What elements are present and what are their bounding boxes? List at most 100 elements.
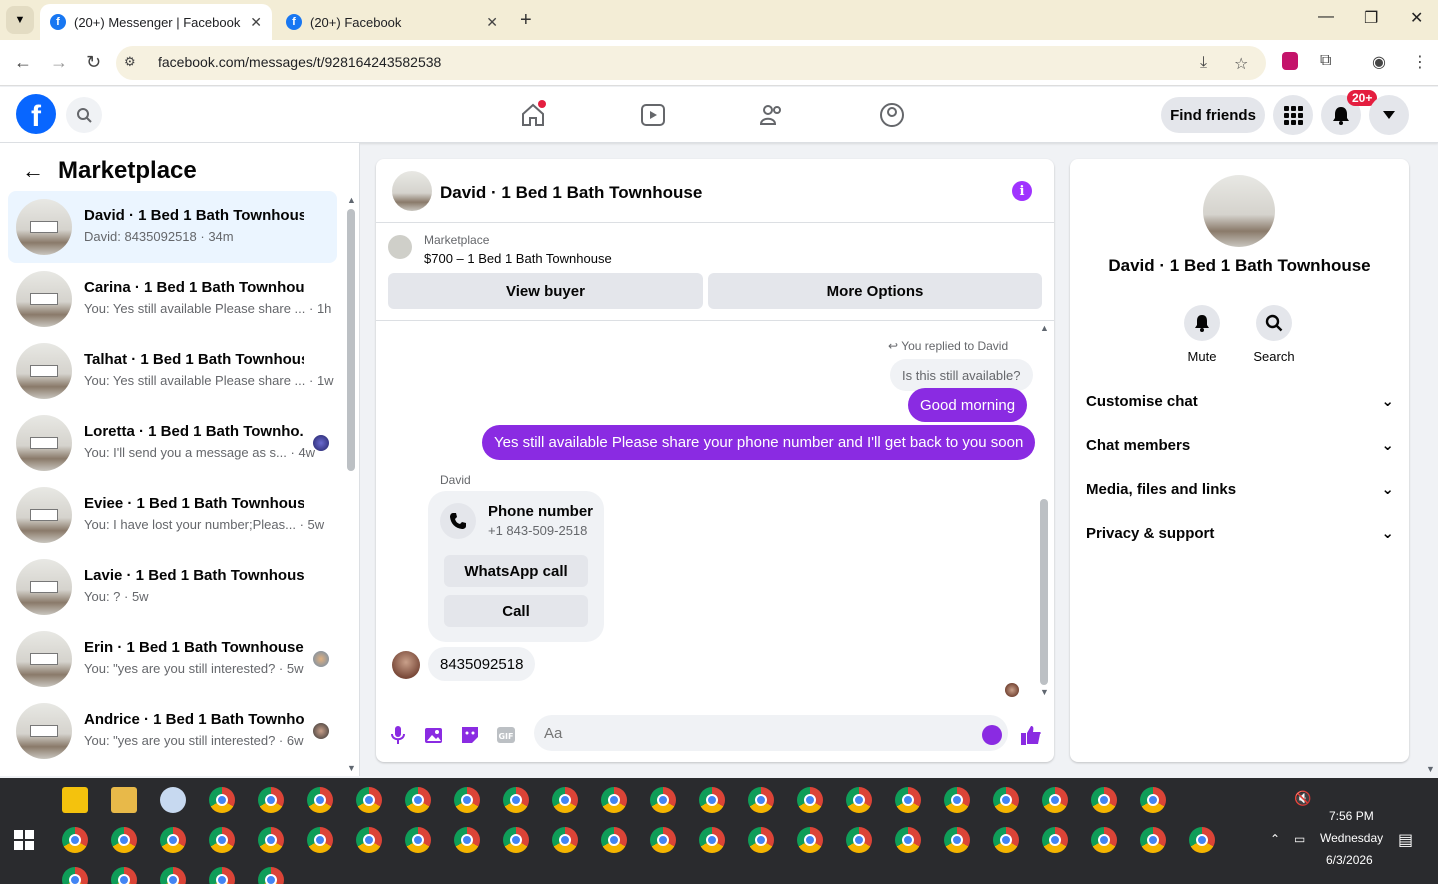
network-icon[interactable]: ▭ xyxy=(1294,832,1305,846)
file-explorer-icon[interactable] xyxy=(111,787,137,813)
taskbar-chrome-window-icon[interactable] xyxy=(993,827,1019,853)
sticker-icon[interactable] xyxy=(458,723,482,747)
taskbar-chrome-window-icon[interactable] xyxy=(356,827,382,853)
taskbar-chrome-window-icon[interactable] xyxy=(797,827,823,853)
gif-icon[interactable]: GIF xyxy=(494,723,518,747)
call-button[interactable]: Call xyxy=(444,595,588,627)
taskbar-chrome-window-icon[interactable] xyxy=(258,827,284,853)
extensions-puzzle-icon[interactable]: ⧉ xyxy=(1320,52,1331,70)
forward-icon[interactable]: → xyxy=(50,52,68,73)
find-friends-button[interactable]: Find friends xyxy=(1161,97,1265,133)
taskbar-chrome-window-icon[interactable] xyxy=(405,787,431,813)
taskbar-chrome-window-icon[interactable] xyxy=(1091,787,1117,813)
taskbar-chrome-window-icon[interactable] xyxy=(160,827,186,853)
search-in-conversation-button[interactable]: Search xyxy=(1244,305,1304,364)
taskbar-chrome-window-icon[interactable] xyxy=(1091,827,1117,853)
page-scroll-down-icon[interactable]: ▼ xyxy=(1426,764,1435,774)
tab-search-menu-button[interactable]: ▼ xyxy=(6,6,34,34)
conversation-item[interactable]: Eviee · 1 Bed 1 Bath Townhouse You: I ha… xyxy=(8,479,337,551)
taskbar-chrome-window-icon[interactable] xyxy=(209,867,235,884)
media-files-links-section[interactable]: Media, files and links ⌄ xyxy=(1086,475,1394,503)
emoji-icon[interactable] xyxy=(982,725,1002,745)
mute-button[interactable]: Mute xyxy=(1172,305,1232,364)
account-dropdown-icon[interactable] xyxy=(1369,95,1409,135)
site-info-icon[interactable]: ⚙ xyxy=(124,54,136,70)
paint-icon[interactable] xyxy=(160,787,186,813)
taskbar-chrome-window-icon[interactable] xyxy=(160,867,186,884)
info-icon[interactable]: i xyxy=(1012,181,1032,201)
taskbar-chrome-window-icon[interactable] xyxy=(552,827,578,853)
taskbar-chrome-window-icon[interactable] xyxy=(111,827,137,853)
incoming-message[interactable]: 8435092518 xyxy=(428,647,536,681)
sidebar-scrollbar[interactable] xyxy=(347,209,355,471)
taskbar-chrome-window-icon[interactable] xyxy=(748,787,774,813)
chat-scroll-up-icon[interactable]: ▲ xyxy=(1040,323,1049,333)
sticky-notes-icon[interactable] xyxy=(62,787,88,813)
taskbar-chrome-window-icon[interactable] xyxy=(944,787,970,813)
taskbar-chrome-window-icon[interactable] xyxy=(601,787,627,813)
taskbar-chrome-window-icon[interactable] xyxy=(895,827,921,853)
microphone-icon[interactable] xyxy=(386,723,410,747)
message-input[interactable] xyxy=(534,715,1008,751)
new-tab-button[interactable]: + xyxy=(520,9,532,32)
taskbar-chrome-window-icon[interactable] xyxy=(62,867,88,884)
conversation-item[interactable]: Andrice · 1 Bed 1 Bath Townho... You: "y… xyxy=(8,695,337,767)
back-arrow-icon[interactable]: ← xyxy=(22,158,44,184)
taskbar-chrome-window-icon[interactable] xyxy=(1042,787,1068,813)
gaming-icon[interactable] xyxy=(877,101,907,129)
chat-avatar[interactable] xyxy=(392,171,432,211)
speaker-muted-icon[interactable]: 🔇 xyxy=(1294,790,1311,807)
profile-icon[interactable]: ◉ xyxy=(1372,52,1386,72)
quoted-message[interactable]: Is this still available? xyxy=(890,359,1033,391)
taskbar-chrome-window-icon[interactable] xyxy=(356,787,382,813)
taskbar-chrome-window-icon[interactable] xyxy=(797,787,823,813)
more-options-button[interactable]: More Options xyxy=(708,273,1042,309)
scroll-up-arrow-icon[interactable]: ▲ xyxy=(347,195,356,205)
close-window-button[interactable]: ✕ xyxy=(1410,8,1423,28)
taskbar-chrome-window-icon[interactable] xyxy=(944,827,970,853)
taskbar-chrome-window-icon[interactable] xyxy=(748,827,774,853)
reload-icon[interactable]: ↻ xyxy=(86,52,101,73)
taskbar-chrome-window-icon[interactable] xyxy=(111,867,137,884)
back-icon[interactable]: ← xyxy=(14,52,32,73)
taskbar-chrome-window-icon[interactable] xyxy=(1189,827,1215,853)
taskbar-chrome-window-icon[interactable] xyxy=(846,787,872,813)
taskbar-chrome-window-icon[interactable] xyxy=(503,787,529,813)
close-tab-icon[interactable]: ✕ xyxy=(486,14,498,31)
conversation-item[interactable]: Carina · 1 Bed 1 Bath Townhouse You: Yes… xyxy=(8,263,337,335)
taskbar-chrome-window-icon[interactable] xyxy=(62,827,88,853)
whatsapp-call-button[interactable]: WhatsApp call xyxy=(444,555,588,587)
customise-chat-section[interactable]: Customise chat ⌄ xyxy=(1086,387,1394,415)
outgoing-message[interactable]: Good morning xyxy=(908,388,1028,422)
taskbar-chrome-window-icon[interactable] xyxy=(258,867,284,884)
clock-time[interactable]: 7:56 PM xyxy=(1329,809,1374,823)
clock-date[interactable]: 6/3/2026 xyxy=(1326,853,1373,867)
close-tab-icon[interactable]: ✕ xyxy=(250,14,262,31)
facebook-logo-icon[interactable]: f xyxy=(16,94,56,134)
taskbar-chrome-window-icon[interactable] xyxy=(650,787,676,813)
taskbar-chrome-window-icon[interactable] xyxy=(846,827,872,853)
bookmark-star-icon[interactable]: ☆ xyxy=(1234,54,1248,74)
taskbar-chrome-window-icon[interactable] xyxy=(454,787,480,813)
taskbar-chrome-window-icon[interactable] xyxy=(1042,827,1068,853)
conversation-item[interactable]: Loretta · 1 Bed 1 Bath Townho... You: I'… xyxy=(8,407,337,479)
taskbar-chrome-window-icon[interactable] xyxy=(405,827,431,853)
taskbar-chrome-window-icon[interactable] xyxy=(209,827,235,853)
taskbar-chrome-window-icon[interactable] xyxy=(503,827,529,853)
privacy-support-section[interactable]: Privacy & support ⌄ xyxy=(1086,519,1394,547)
minimize-button[interactable]: — xyxy=(1318,8,1334,26)
taskbar-chrome-window-icon[interactable] xyxy=(699,787,725,813)
address-bar[interactable]: ⚙ facebook.com/messages/t/92816424358253… xyxy=(116,46,1266,80)
search-icon[interactable] xyxy=(66,97,102,133)
taskbar-chrome-window-icon[interactable] xyxy=(454,827,480,853)
taskbar-chrome-window-icon[interactable] xyxy=(307,787,333,813)
taskbar-chrome-window-icon[interactable] xyxy=(552,787,578,813)
taskbar-chrome-window-icon[interactable] xyxy=(601,827,627,853)
thumbs-up-icon[interactable] xyxy=(1019,723,1043,747)
taskbar-chrome-window-icon[interactable] xyxy=(699,827,725,853)
listing-price-title[interactable]: $700 – 1 Bed 1 Bath Townhouse xyxy=(424,251,612,266)
ublock-extension-icon[interactable] xyxy=(1282,52,1298,70)
scroll-down-arrow-icon[interactable]: ▼ xyxy=(347,763,356,773)
conversation-item[interactable]: Lavie · 1 Bed 1 Bath Townhouse You: ? · … xyxy=(8,551,337,623)
chat-scrollbar[interactable] xyxy=(1040,499,1048,685)
